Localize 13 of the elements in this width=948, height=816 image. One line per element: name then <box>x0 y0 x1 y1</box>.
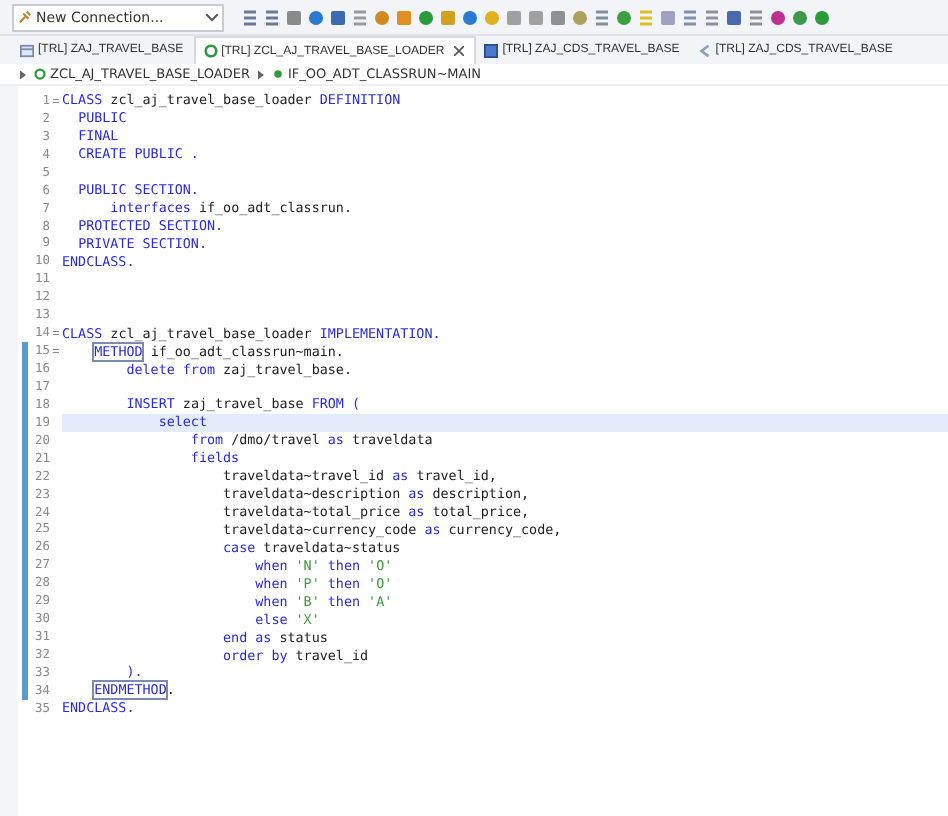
extension-icon <box>697 43 712 57</box>
fold-icon[interactable] <box>52 348 60 355</box>
class-icon <box>34 68 46 80</box>
class-icon <box>203 44 218 58</box>
caret-icon[interactable] <box>206 13 218 21</box>
method-icon <box>272 68 285 80</box>
chevron-icon <box>258 69 265 79</box>
close-icon[interactable] <box>454 46 465 56</box>
view-icon <box>484 43 499 57</box>
chevron-icon <box>20 69 26 79</box>
table-icon <box>20 43 34 57</box>
fold-icon[interactable] <box>52 330 60 337</box>
fold-icon[interactable] <box>52 97 60 104</box>
